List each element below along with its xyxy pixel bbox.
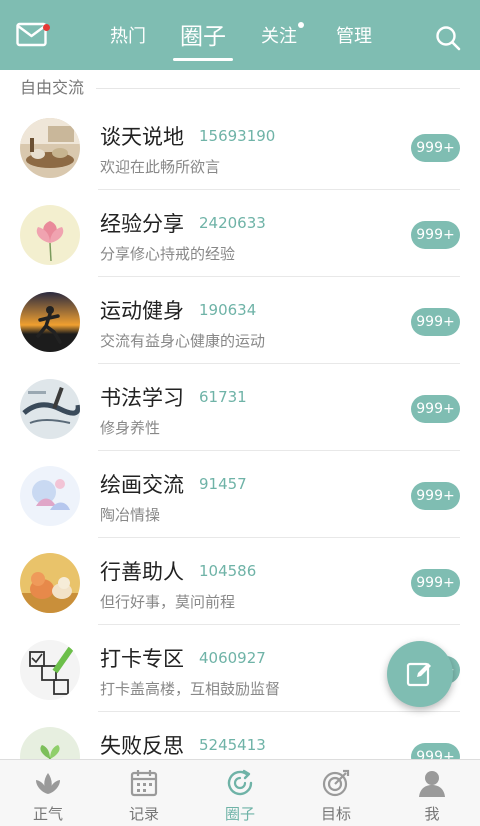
unread-badge: 999+ — [411, 308, 460, 336]
person-icon — [417, 768, 447, 798]
active-tab-indicator — [173, 58, 233, 61]
unread-badge: 999+ — [411, 395, 460, 423]
circle-row[interactable]: 谈天说地 15693190 欢迎在此畅所欲言 999+ — [0, 103, 480, 190]
circle-description: 交流有益身心健康的运动 — [100, 332, 266, 350]
circle-avatar — [20, 205, 80, 265]
circle-description: 陶冶情操 — [100, 506, 161, 524]
circle-avatar — [20, 553, 80, 613]
circle-title: 经验分享 — [100, 212, 184, 236]
member-count: 15693190 — [199, 127, 276, 145]
nav-label: 记录 — [128, 805, 159, 823]
circle-avatar — [20, 379, 80, 439]
section-divider — [96, 88, 460, 89]
member-count: 91457 — [199, 475, 247, 493]
circle-row[interactable]: 经验分享 2420633 分享修心持戒的经验 999+ — [0, 190, 480, 277]
unread-badge: 999+ — [411, 569, 460, 597]
circle-refresh-icon — [225, 768, 255, 798]
circle-title: 绘画交流 — [100, 473, 184, 497]
member-count: 61731 — [199, 388, 247, 406]
top-bar: 热门 圈子 关注 管理 — [0, 0, 480, 70]
circle-title: 运动健身 — [100, 299, 184, 323]
tab-manage[interactable]: 管理 — [330, 0, 378, 70]
unread-badge: 999+ — [411, 482, 460, 510]
circle-title: 谈天说地 — [100, 125, 184, 149]
circle-row[interactable]: 书法学习 61731 修身养性 999+ — [0, 364, 480, 451]
circle-title: 打卡专区 — [100, 647, 184, 671]
circle-row[interactable]: 行善助人 104586 但行好事，莫问前程 999+ — [0, 538, 480, 625]
circle-description: 打卡盖高楼，互相鼓励监督 — [100, 680, 281, 698]
member-count: 104586 — [199, 562, 257, 580]
circle-avatar — [20, 640, 80, 700]
circle-avatar — [20, 118, 80, 178]
notification-dot — [43, 24, 50, 31]
circle-row[interactable]: 绘画交流 91457 陶冶情操 999+ — [0, 451, 480, 538]
nav-item-target[interactable]: 目标 — [288, 760, 384, 826]
target-icon — [321, 768, 351, 798]
unread-badge: 999+ — [411, 134, 460, 162]
search-icon[interactable] — [434, 24, 462, 52]
circle-title: 失败反思 — [100, 734, 184, 758]
nav-label: 目标 — [320, 805, 351, 823]
circle-description: 但行好事，莫问前程 — [100, 593, 236, 611]
nav-item-me[interactable]: 我 — [384, 760, 480, 826]
member-count: 190634 — [199, 301, 257, 319]
circle-title: 行善助人 — [100, 560, 184, 584]
circle-avatar — [20, 292, 80, 352]
edit-icon — [406, 662, 431, 687]
tab-follow[interactable]: 关注 — [255, 0, 303, 70]
unread-badge: 999+ — [411, 221, 460, 249]
circle-description: 欢迎在此畅所欲言 — [100, 158, 221, 176]
nav-label: 正气 — [32, 805, 63, 823]
tab-follow-dot — [298, 22, 304, 28]
member-count: 2420633 — [199, 214, 266, 232]
nav-item-zhengqi[interactable]: 正气 — [0, 760, 96, 826]
nav-label: 圈子 — [224, 805, 255, 823]
nav-item-record[interactable]: 记录 — [96, 760, 192, 826]
circle-description: 分享修心持戒的经验 — [100, 245, 236, 263]
circle-avatar — [20, 466, 80, 526]
section-title: 自由交流 — [20, 78, 85, 97]
circle-title: 书法学习 — [100, 386, 184, 410]
member-count: 4060927 — [199, 649, 266, 667]
calendar-icon — [129, 768, 159, 798]
circle-description: 修身养性 — [100, 419, 161, 437]
nav-label: 我 — [424, 805, 440, 823]
tab-hot[interactable]: 热门 — [104, 0, 152, 70]
lotus-icon — [33, 768, 63, 798]
member-count: 5245413 — [199, 736, 266, 754]
compose-button[interactable] — [387, 641, 453, 707]
circle-row[interactable]: 运动健身 190634 交流有益身心健康的运动 999+ — [0, 277, 480, 364]
bottom-nav: 正气 记录 圈子 目标 我 — [0, 759, 480, 826]
nav-item-circles[interactable]: 圈子 — [192, 760, 288, 826]
